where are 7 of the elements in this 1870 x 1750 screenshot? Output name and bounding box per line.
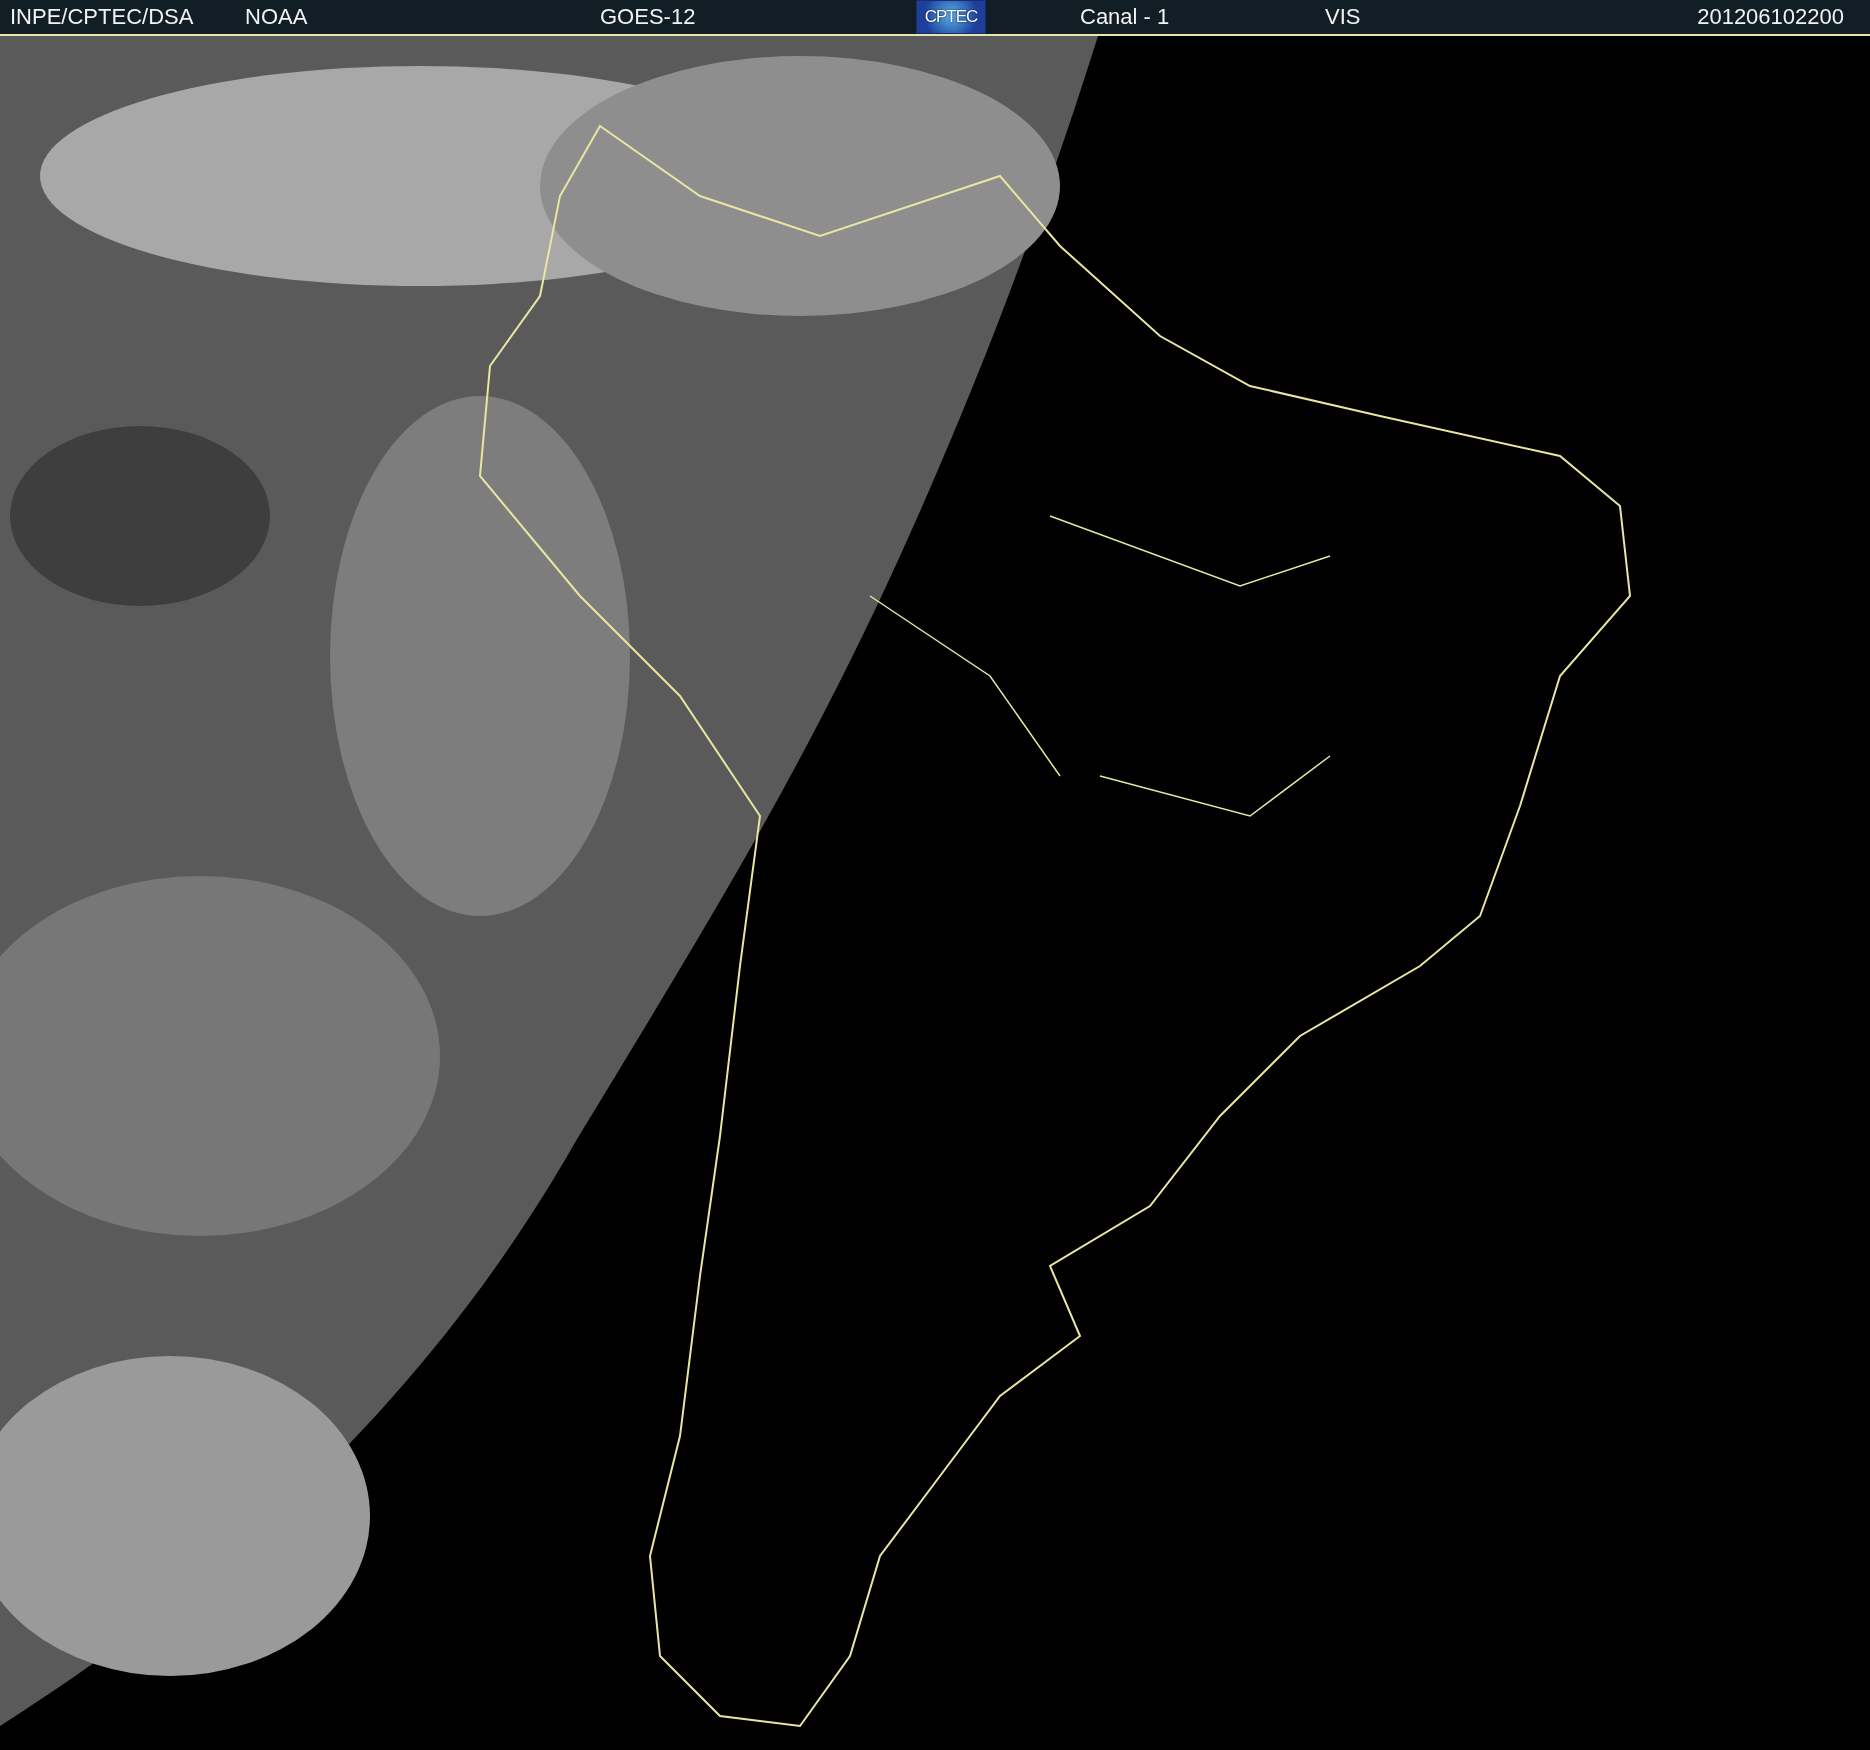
header-text: Canal - 1 bbox=[1080, 4, 1170, 30]
header-text: 201206102200 bbox=[1697, 4, 1844, 30]
header-text: INPE/CPTEC/DSA bbox=[10, 4, 194, 30]
logo: CPTEC bbox=[916, 0, 986, 34]
header-text: VIS bbox=[1325, 4, 1361, 30]
header-text: NOAA bbox=[245, 4, 308, 30]
header-text: GOES-12 bbox=[600, 4, 696, 30]
